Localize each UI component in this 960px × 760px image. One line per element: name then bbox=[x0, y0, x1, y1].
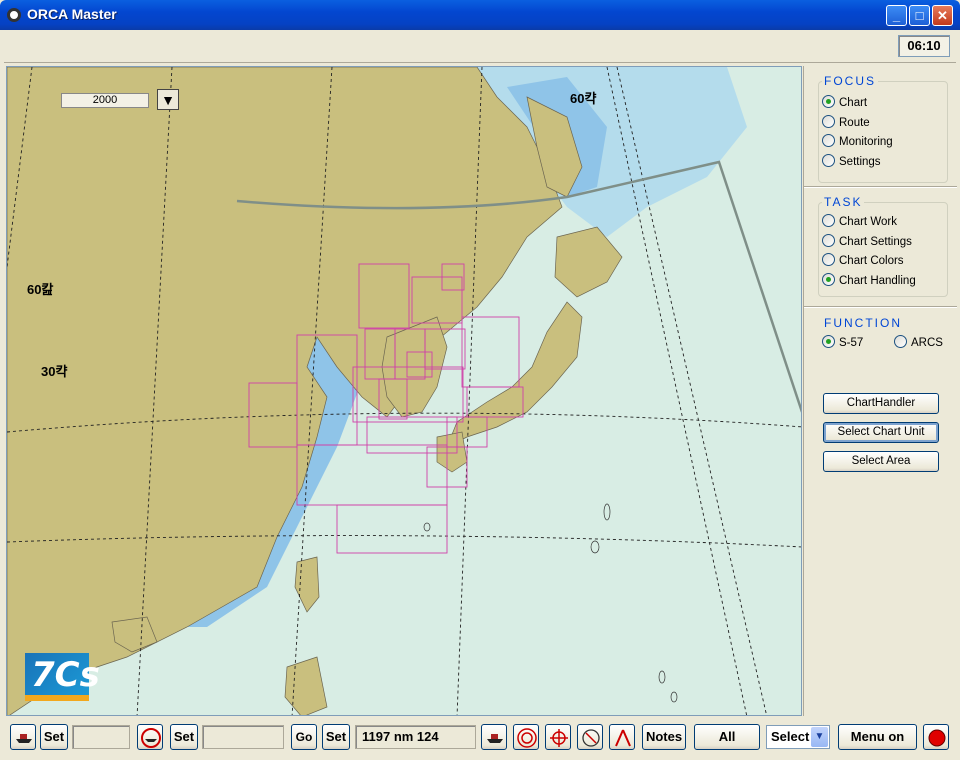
focus-radio-monitoring[interactable]: Monitoring bbox=[822, 134, 893, 150]
function-title: FUNCTION bbox=[822, 316, 904, 330]
focus-title: FOCUS bbox=[822, 74, 878, 88]
radio-dot bbox=[822, 134, 835, 147]
select-area-button[interactable]: Select Area bbox=[823, 451, 939, 472]
ship-icon bbox=[16, 734, 32, 743]
top-toolbar: 06:10 bbox=[4, 31, 956, 63]
panel-divider bbox=[804, 186, 957, 188]
scale-dropdown-button[interactable]: ▼ bbox=[157, 89, 179, 110]
focus-radio-route[interactable]: Route bbox=[822, 115, 870, 131]
lat-label-top: 60캭 bbox=[570, 91, 597, 106]
record-icon bbox=[928, 729, 946, 747]
ship-circle-icon bbox=[141, 728, 161, 748]
target-icon-button[interactable] bbox=[513, 724, 539, 750]
lat-label-left-b: 30캭 bbox=[41, 364, 68, 379]
ship-icon bbox=[487, 734, 503, 743]
focus-radio-chart[interactable]: Chart bbox=[822, 95, 867, 111]
chevron-down-icon: ▼ bbox=[811, 727, 828, 747]
target-icon bbox=[517, 728, 537, 748]
window-titlebar: ORCA Master _ □ ✕ bbox=[0, 0, 960, 30]
radio-dot bbox=[822, 253, 835, 266]
chart-handler-button[interactable]: ChartHandler bbox=[823, 393, 939, 414]
go-button[interactable]: Go bbox=[291, 724, 317, 750]
lat-label-left-a: 60캂 bbox=[27, 282, 54, 297]
radio-dot bbox=[822, 214, 835, 227]
window-title: ORCA Master bbox=[27, 6, 117, 22]
focus-radio-settings[interactable]: Settings bbox=[822, 154, 881, 170]
compass-icon bbox=[582, 729, 600, 747]
task-title: TASK bbox=[822, 195, 865, 209]
chart-map[interactable]: 2000 ▼ 60캭 60캂 30캭 7Cs bbox=[6, 66, 802, 716]
compass-icon-button[interactable] bbox=[577, 724, 603, 750]
field-2[interactable] bbox=[202, 725, 284, 749]
crosshair-icon-button[interactable] bbox=[545, 724, 571, 750]
ship-circle-icon-button[interactable] bbox=[137, 724, 163, 750]
radio-dot bbox=[822, 154, 835, 167]
divider-icon bbox=[615, 729, 631, 747]
task-radio-chart-handling[interactable]: Chart Handling bbox=[822, 273, 916, 289]
set-button-1[interactable]: Set bbox=[40, 724, 68, 750]
select-chart-unit-button[interactable]: Select Chart Unit bbox=[823, 422, 939, 443]
function-radio-arcs[interactable]: ARCS bbox=[894, 335, 943, 351]
menu-on-button[interactable]: Menu on bbox=[838, 724, 917, 750]
chart-canvas[interactable] bbox=[7, 67, 802, 716]
notes-button[interactable]: Notes bbox=[642, 724, 686, 750]
select-dropdown[interactable]: Select ▼ bbox=[766, 725, 830, 749]
radio-dot bbox=[822, 335, 835, 348]
control-panel: FOCUS Chart Route Monitoring Settings TA… bbox=[803, 66, 957, 716]
task-radio-chart-settings[interactable]: Chart Settings bbox=[822, 234, 912, 250]
divider-icon-button[interactable] bbox=[609, 724, 635, 750]
clock-display: 06:10 bbox=[898, 35, 950, 57]
app-icon bbox=[7, 8, 21, 22]
radio-dot bbox=[822, 95, 835, 108]
bottom-toolbar: Set Set Go Set 1197 nm 124 Notes All Sel… bbox=[4, 719, 956, 757]
task-radio-chart-colors[interactable]: Chart Colors bbox=[822, 253, 904, 269]
panel-divider bbox=[804, 306, 957, 308]
company-logo: 7Cs bbox=[25, 653, 100, 701]
set-button-3[interactable]: Set bbox=[322, 724, 350, 750]
maximize-button[interactable]: □ bbox=[909, 5, 930, 26]
set-button-2[interactable]: Set bbox=[170, 724, 198, 750]
all-button[interactable]: All bbox=[694, 724, 760, 750]
radio-dot bbox=[822, 115, 835, 128]
ship-icon-button[interactable] bbox=[10, 724, 36, 750]
field-1[interactable] bbox=[72, 725, 130, 749]
task-radio-chart-work[interactable]: Chart Work bbox=[822, 214, 897, 230]
radio-dot bbox=[822, 273, 835, 286]
function-radio-s57[interactable]: S-57 bbox=[822, 335, 863, 351]
crosshair-icon bbox=[550, 729, 568, 747]
radio-dot bbox=[894, 335, 907, 348]
record-icon-button[interactable] bbox=[923, 724, 949, 750]
close-button[interactable]: ✕ bbox=[932, 5, 953, 26]
minimize-button[interactable]: _ bbox=[886, 5, 907, 26]
radio-dot bbox=[822, 234, 835, 247]
distance-readout: 1197 nm 124 bbox=[355, 725, 476, 749]
ship-icon-button-2[interactable] bbox=[481, 724, 507, 750]
scale-display[interactable]: 2000 bbox=[61, 93, 149, 108]
